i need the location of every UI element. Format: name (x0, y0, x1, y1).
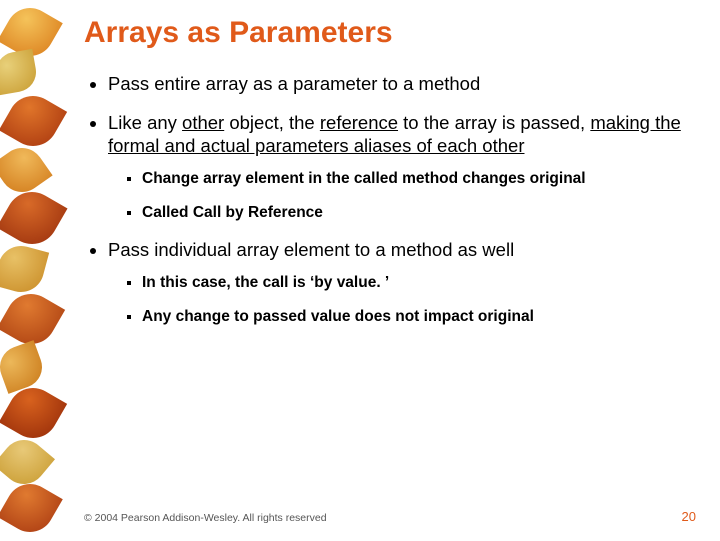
page-number: 20 (682, 509, 696, 524)
text-fragment: Like any (108, 112, 182, 133)
sub-bullet-list: Change array element in the called metho… (108, 169, 696, 222)
slide-title: Arrays as Parameters (84, 16, 696, 50)
list-item: Like any other object, the reference to … (108, 111, 696, 222)
copyright-text: © 2004 Pearson Addison-Wesley. All right… (84, 512, 327, 524)
text-fragment: object, the (224, 112, 320, 133)
text-fragment: Pass individual array element to a metho… (108, 239, 514, 260)
list-item: Pass entire array as a parameter to a me… (108, 72, 696, 95)
list-item: Pass individual array element to a metho… (108, 238, 696, 326)
text-fragment: to the array is passed, (398, 112, 590, 133)
slide-content: Arrays as Parameters Pass entire array a… (84, 16, 696, 500)
list-item: Any change to passed value does not impa… (142, 307, 696, 326)
underlined-text: reference (320, 112, 398, 133)
list-item: Change array element in the called metho… (142, 169, 696, 188)
list-item: Called Call by Reference (142, 203, 696, 222)
list-item: In this case, the call is ‘by value. ’ (142, 273, 696, 292)
underlined-text: other (182, 112, 224, 133)
decorative-leaf-strip (0, 0, 58, 540)
slide-footer: © 2004 Pearson Addison-Wesley. All right… (84, 509, 696, 524)
bullet-list: Pass entire array as a parameter to a me… (84, 72, 696, 326)
sub-bullet-list: In this case, the call is ‘by value. ’ A… (108, 273, 696, 326)
